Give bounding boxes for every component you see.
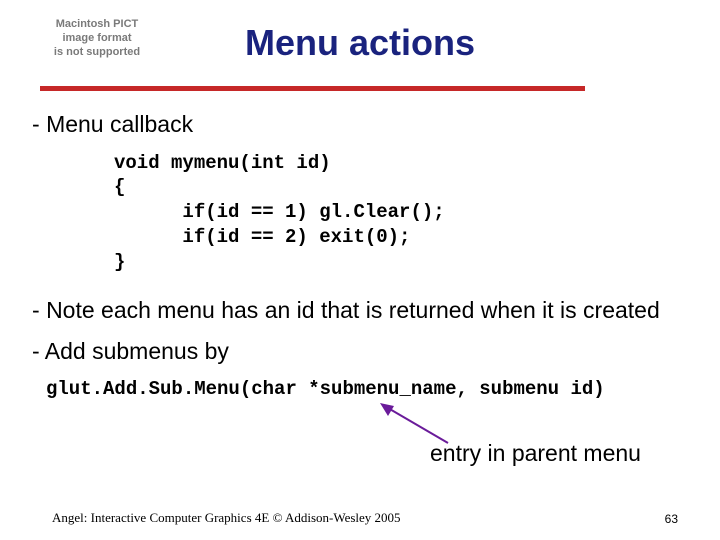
bullet-menu-callback: Menu callback xyxy=(28,110,700,139)
slide-title: Menu actions xyxy=(0,22,720,64)
arrow-icon xyxy=(378,403,458,445)
arrow-annotation: entry in parent menu xyxy=(430,440,641,467)
slide-content: Menu callback void mymenu(int id) { if(i… xyxy=(28,110,700,400)
page-number: 63 xyxy=(665,512,678,526)
bullet-add-submenus: Add submenus by xyxy=(28,337,700,366)
footer-citation: Angel: Interactive Computer Graphics 4E … xyxy=(52,510,401,526)
code-glutaddsubmenu: glut.Add.Sub.Menu(char *submenu_name, su… xyxy=(46,378,700,400)
code-mymenu: void mymenu(int id) { if(id == 1) gl.Cle… xyxy=(114,151,700,274)
bullet-note-id: Note each menu has an id that is returne… xyxy=(28,296,700,325)
title-underline xyxy=(40,86,585,91)
